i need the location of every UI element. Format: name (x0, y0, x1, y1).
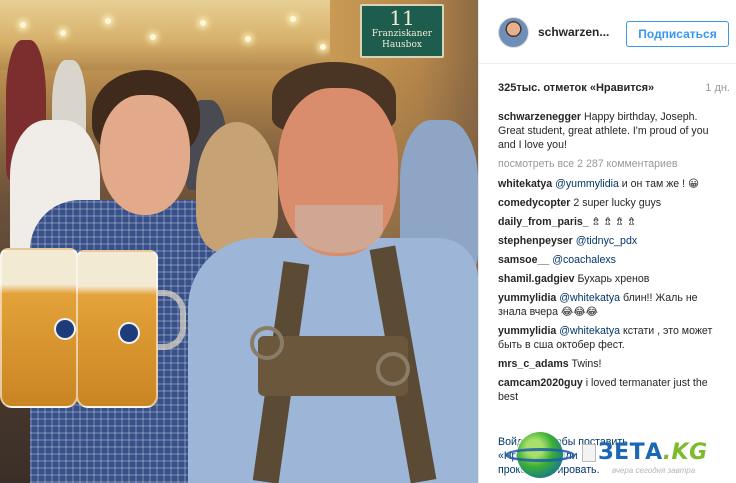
man-beard (295, 205, 383, 253)
watermark-orbit-ring (505, 448, 575, 462)
comment: yummylidia @whitekatya кстати , это може… (498, 324, 724, 352)
franziskaner-sign: 11 Franziskaner Hausbox (360, 4, 444, 58)
comment-text: Twins! (568, 358, 602, 370)
suspender-ring (250, 326, 284, 360)
post-photo[interactable]: 11 Franziskaner Hausbox (0, 0, 478, 483)
comment-mention[interactable]: @tidnyc_pdx (576, 235, 637, 247)
comment: shamil.gadgiev Бухарь хренов (498, 272, 724, 286)
girl-braided-hair (196, 122, 278, 252)
mug-handle (156, 290, 186, 350)
ceiling-lamp (200, 20, 206, 26)
avatar[interactable] (498, 17, 529, 48)
suspender-ring (376, 352, 410, 386)
likes-count[interactable]: 325тыс. отметок «Нравится» (498, 82, 654, 94)
post-side-panel: schwarzen... Подписаться 325тыс. отметок… (478, 0, 736, 483)
comment: samsoe__ @coachalexs (498, 253, 724, 267)
comment-username[interactable]: samsoe__ (498, 254, 549, 266)
view-all-comments-link[interactable]: посмотреть все 2 287 комментариев (498, 157, 724, 171)
comment-mention[interactable]: @coachalexs (552, 254, 616, 266)
sign-number: 11 (389, 6, 415, 30)
watermark-brand: ЗЕТА.KG (598, 440, 708, 465)
ceiling-lamp (20, 22, 26, 28)
post-age[interactable]: 1 дн. (705, 82, 730, 94)
post-username[interactable]: schwarzen... (538, 25, 609, 39)
comment-text: 2 super lucky guys (570, 197, 662, 209)
ceiling-lamp (150, 34, 156, 40)
comments-list: schwarzenegger Happy birthday, Joseph. G… (498, 110, 724, 409)
caption-username[interactable]: schwarzenegger (498, 111, 581, 123)
watermark-box-icon (582, 444, 596, 462)
comment: daily_from_paris_ ⇯ ⇯ ⇯ ⇯ (498, 215, 724, 229)
comment: yummylidia @whitekatya блин!! Жаль не зн… (498, 291, 724, 319)
ceiling-lamp (245, 36, 251, 42)
comment-username[interactable]: daily_from_paris_ (498, 216, 589, 228)
comment: stephenpeyser @tidnyc_pdx (498, 234, 724, 248)
boy-face (100, 95, 190, 215)
comment-mention[interactable]: @whitekatya (559, 325, 620, 337)
brewery-logo-icon (118, 322, 140, 344)
comment-text: ⇯ ⇯ ⇯ ⇯ (588, 216, 636, 228)
comment-username[interactable]: mrs_c_adams (498, 358, 569, 370)
ceiling-lamp (320, 44, 326, 50)
brewery-logo-icon (54, 318, 76, 340)
comment-mention[interactable]: @whitekatya (559, 292, 620, 304)
comment-text: Бухарь хренов (574, 273, 650, 285)
ceiling-lamp (105, 18, 111, 24)
beer-mug (76, 250, 158, 408)
comment-username[interactable]: shamil.gadgiev (498, 273, 575, 285)
watermark-tagline: вчера сегодня завтра (612, 466, 696, 475)
watermark-brand-name: ЗЕТА (598, 440, 663, 465)
comment: mrs_c_adams Twins! (498, 357, 724, 371)
sign-line-2: Hausbox (382, 40, 422, 50)
comment: whitekatya @yummylidia и он там же ! 😀 (498, 177, 724, 191)
follow-button[interactable]: Подписаться (626, 21, 729, 47)
sign-line-1: Franziskaner (371, 29, 433, 39)
comment: camcam2020guy i loved termanater just th… (498, 376, 724, 404)
comment: comedycopter 2 super lucky guys (498, 196, 724, 210)
post-header: schwarzen... Подписаться (479, 0, 736, 64)
watermark-domain: .KG (662, 440, 708, 465)
comment-mention[interactable]: @yummylidia (555, 178, 619, 190)
comment-username[interactable]: comedycopter (498, 197, 570, 209)
ceiling-lamp (290, 16, 296, 22)
caption: schwarzenegger Happy birthday, Joseph. G… (498, 110, 724, 152)
comment-username[interactable]: whitekatya (498, 178, 552, 190)
comment-username[interactable]: yummylidia (498, 325, 556, 337)
comment-username[interactable]: stephenpeyser (498, 235, 573, 247)
comment-text: и он там же ! 😀 (618, 178, 700, 190)
comment-username[interactable]: camcam2020guy (498, 377, 583, 389)
comment-username[interactable]: yummylidia (498, 292, 556, 304)
ceiling-lamp (60, 30, 66, 36)
likes-row: 325тыс. отметок «Нравится» 1 дн. (498, 82, 730, 94)
